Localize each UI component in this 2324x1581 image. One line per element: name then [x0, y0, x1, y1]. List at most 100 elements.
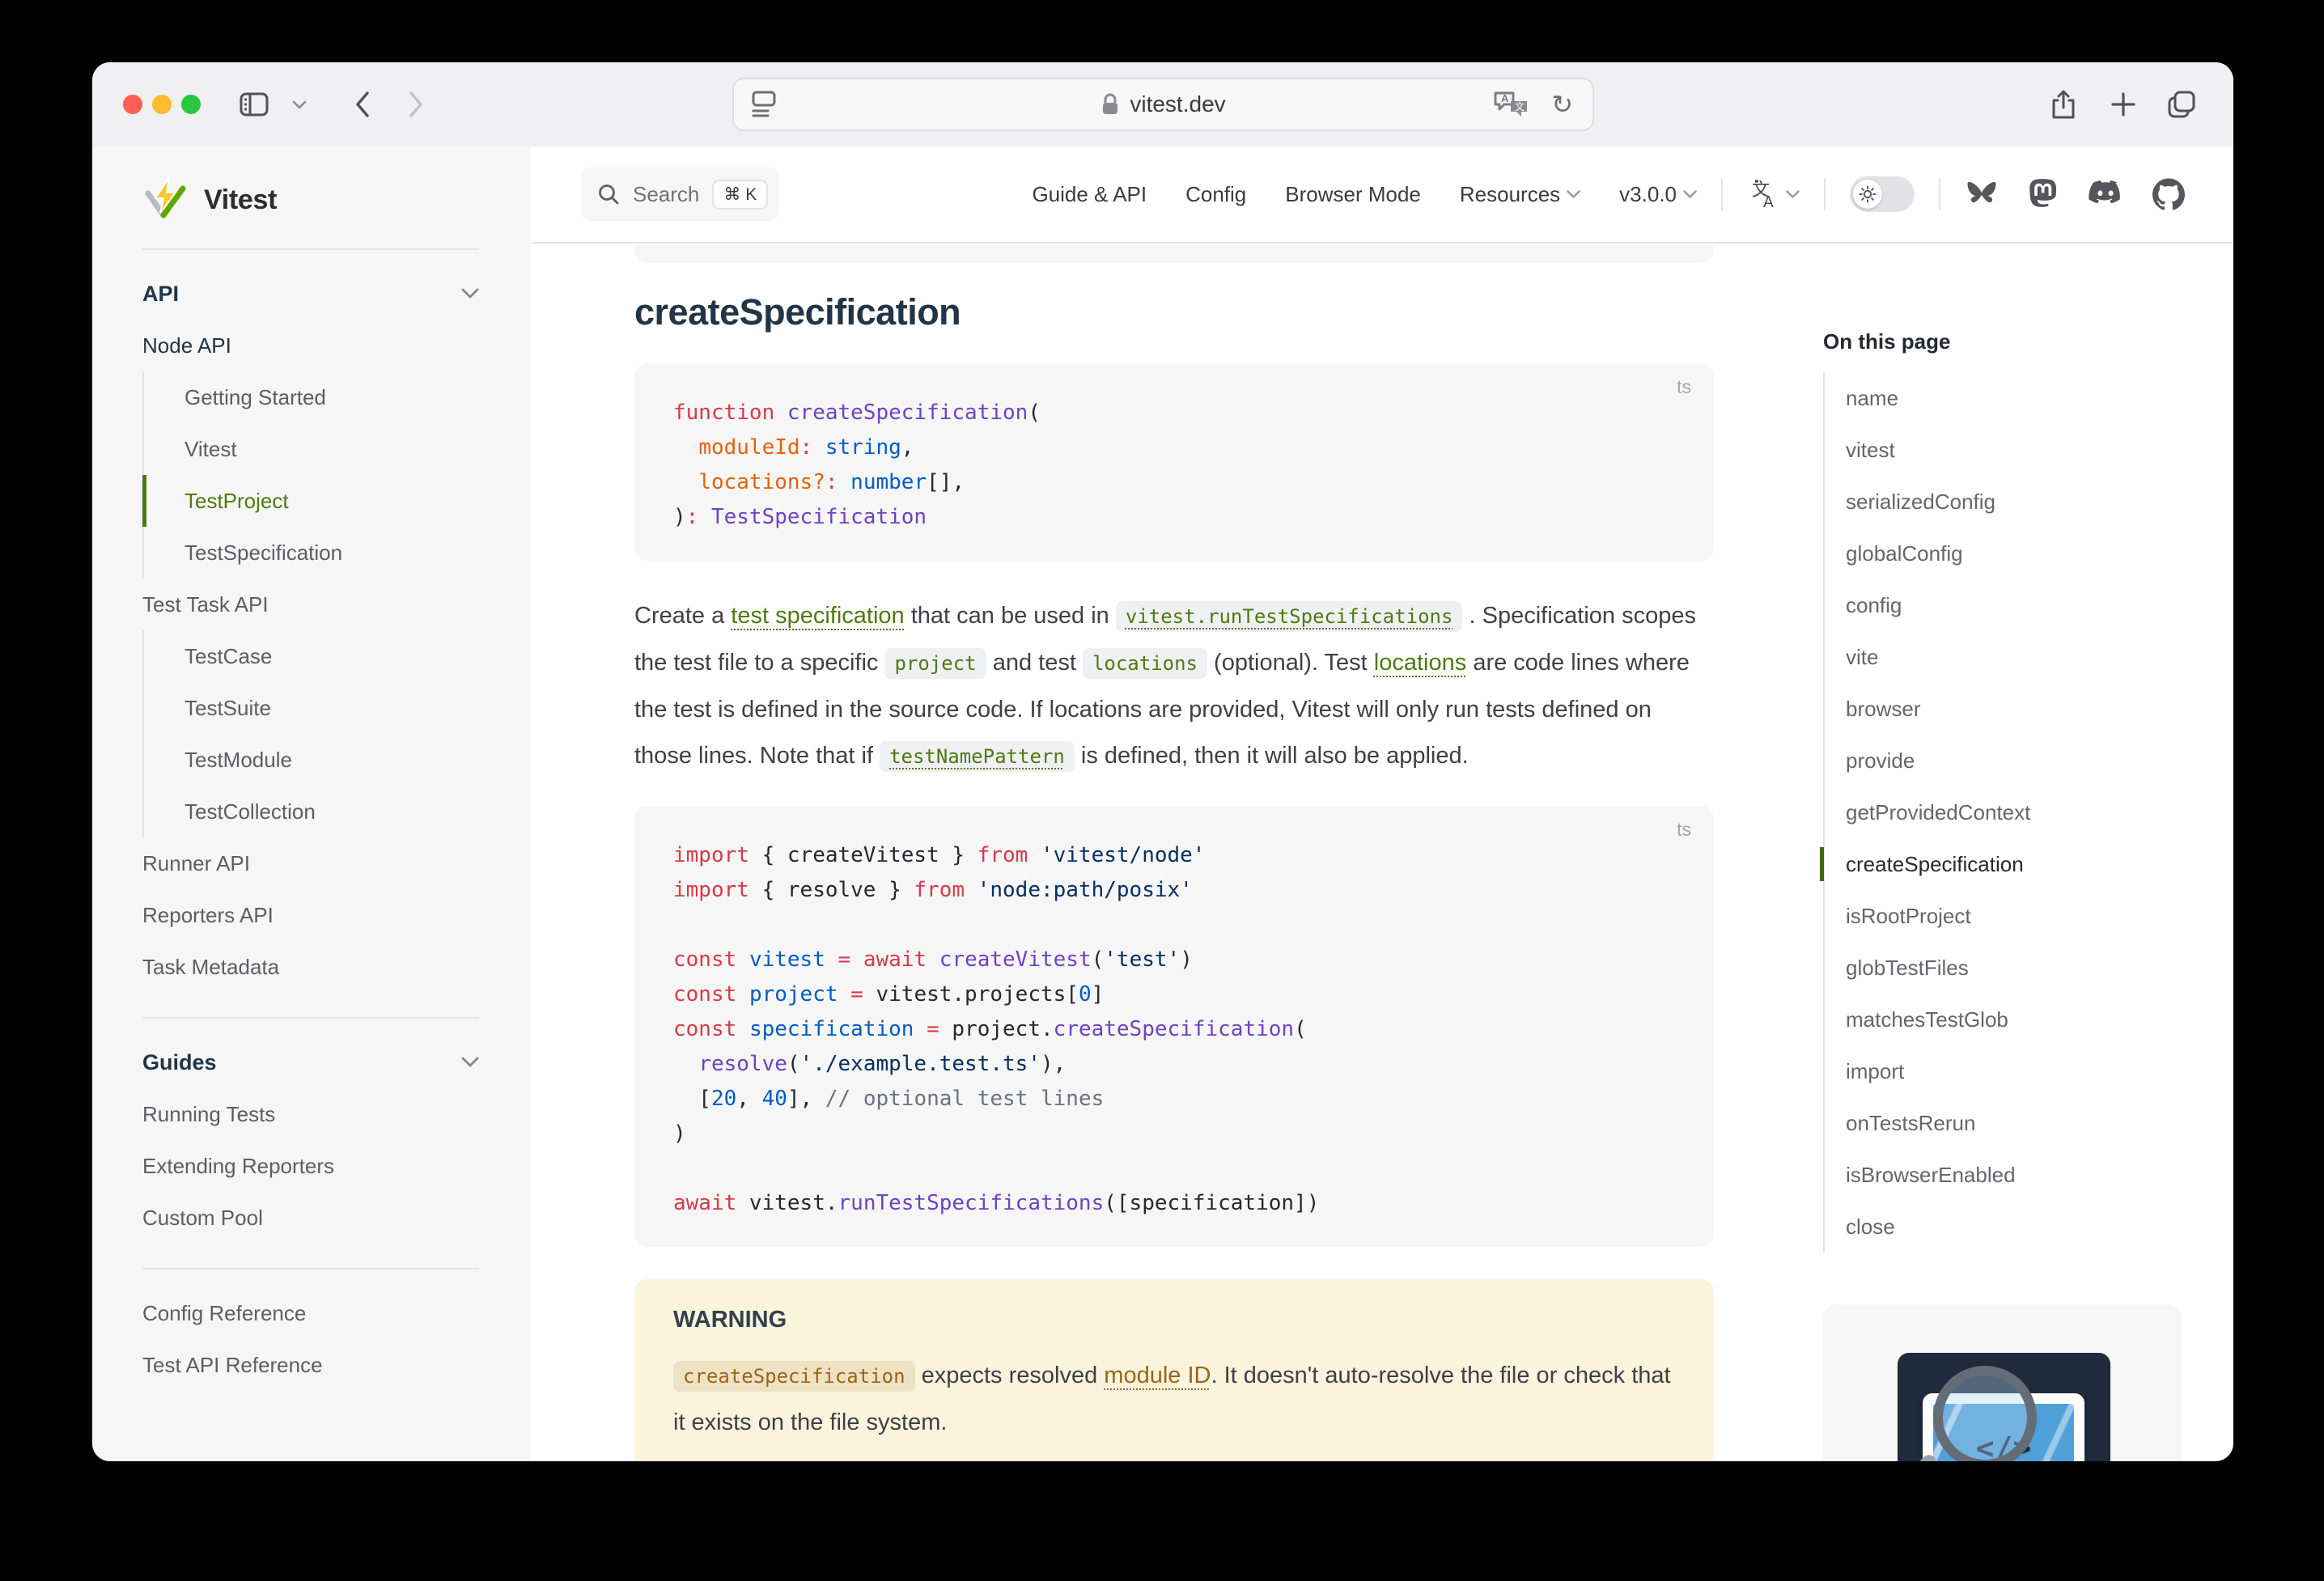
toc-item[interactable]: close: [1846, 1201, 2233, 1253]
nav-menu-item[interactable]: v3.0.0: [1619, 182, 1697, 207]
sidebar-chevron-icon[interactable]: [283, 62, 316, 146]
sidebar-section-api[interactable]: API: [142, 268, 479, 320]
toc-item[interactable]: browser: [1846, 683, 2233, 735]
on-this-page: On this page namevitestserializedConfigg…: [1823, 329, 2233, 1253]
sidebar-item[interactable]: Config Reference: [142, 1287, 479, 1339]
inline-code: createSpecification: [673, 1361, 915, 1392]
toc-item[interactable]: provide: [1846, 735, 2233, 786]
toc-item-label: onTestsRerun: [1846, 1111, 1975, 1136]
nav-link-label: Resources: [1460, 182, 1560, 207]
sidebar-item[interactable]: TestProject: [142, 475, 479, 527]
toc-item[interactable]: getProvidedContext: [1846, 786, 2233, 838]
divider: [142, 1268, 479, 1269]
sidebar-section-guides[interactable]: Guides: [142, 1036, 479, 1088]
sidebar-item-label: Reporters API: [142, 903, 274, 928]
nav-menu-item[interactable]: Config: [1185, 182, 1246, 207]
sidebar-item[interactable]: TestSuite: [142, 682, 479, 734]
text: that can be used in: [905, 603, 1116, 629]
sidebar-item[interactable]: TestCollection: [142, 786, 479, 837]
nav-menu-item[interactable]: Resources: [1460, 182, 1580, 207]
inline-code: locations: [1083, 648, 1207, 679]
text: expects resolved: [915, 1363, 1105, 1388]
translate-icon[interactable]: A文: [1493, 90, 1530, 119]
toc-item-label: globTestFiles: [1846, 956, 1969, 981]
sidebar-item[interactable]: Test API Reference: [142, 1339, 479, 1391]
inline-link[interactable]: module ID: [1104, 1363, 1211, 1388]
sidebar-item[interactable]: Vitest: [142, 423, 479, 475]
toc-item-label: getProvidedContext: [1846, 800, 2030, 825]
toc-item[interactable]: serializedConfig: [1846, 476, 2233, 528]
sidebar-item[interactable]: TestModule: [142, 734, 479, 786]
warning-callout: WARNING createSpecification expects reso…: [634, 1279, 1714, 1461]
code-lines: import { createVitest } from 'vitest/nod…: [673, 838, 1675, 1221]
share-icon[interactable]: [2041, 62, 2086, 146]
sidebar-item[interactable]: Node API: [142, 320, 479, 371]
sidebar-item-label: TestCollection: [184, 799, 316, 824]
sidebar-item[interactable]: Reporters API: [142, 889, 479, 941]
zoom-window-button[interactable]: [181, 95, 201, 114]
reload-icon[interactable]: ↻: [1551, 91, 1573, 117]
code-block-signature[interactable]: ts function createSpecification( moduleI…: [634, 363, 1714, 561]
code-line: import { createVitest } from 'vitest/nod…: [673, 838, 1675, 873]
toc-item[interactable]: isBrowserEnabled: [1846, 1149, 2233, 1201]
sidebar-item-label: TestModule: [184, 748, 292, 773]
sidebar-item[interactable]: TestSpecification: [142, 527, 479, 579]
inline-code-link[interactable]: vitest.runTestSpecifications: [1116, 601, 1463, 632]
minimize-window-button[interactable]: [152, 95, 172, 114]
sidebar-item[interactable]: Extending Reporters: [142, 1140, 479, 1192]
toc-item[interactable]: config: [1846, 579, 2233, 631]
toc-item[interactable]: globTestFiles: [1846, 942, 2233, 994]
nav-menu-item[interactable]: Browser Mode: [1285, 182, 1421, 207]
language-switcher[interactable]: 文A: [1747, 178, 1800, 210]
sidebar-toggle-icon[interactable]: [231, 62, 277, 146]
toc-item[interactable]: vite: [1846, 631, 2233, 683]
code-block-example[interactable]: ts import { createVitest } from 'vitest/…: [634, 806, 1714, 1247]
github-icon[interactable]: [2152, 178, 2185, 210]
new-tab-icon[interactable]: [2101, 62, 2146, 146]
sidebar-item[interactable]: Getting Started: [142, 371, 479, 423]
lock-icon: [1101, 92, 1120, 117]
carbon-ad[interactable]: </>: [1823, 1304, 2182, 1461]
toc-item-label: serializedConfig: [1846, 490, 1995, 515]
nav-link-label: Config: [1185, 182, 1246, 207]
sidebar-item[interactable]: Running Tests: [142, 1088, 479, 1140]
text: (optional). Test: [1207, 650, 1374, 676]
search-button[interactable]: Search ⌘ K: [581, 167, 779, 221]
section-label: Guides: [142, 1050, 217, 1075]
sidebar-item[interactable]: Runner API: [142, 837, 479, 889]
toc-item[interactable]: isRootProject: [1846, 890, 2233, 942]
toc-item[interactable]: matchesTestGlob: [1846, 994, 2233, 1045]
toc-item[interactable]: onTestsRerun: [1846, 1097, 2233, 1149]
sidebar-item[interactable]: Custom Pool: [142, 1192, 479, 1244]
inline-code-link[interactable]: testNamePattern: [880, 741, 1075, 772]
inline-link[interactable]: test specification: [731, 603, 904, 629]
toc-item[interactable]: vitest: [1846, 424, 2233, 476]
inline-link[interactable]: locations: [1374, 650, 1466, 676]
sidebar-item-label: TestProject: [184, 489, 289, 514]
toc-item[interactable]: createSpecification: [1846, 838, 2233, 890]
close-window-button[interactable]: [123, 95, 142, 114]
sidebar-item-label: Custom Pool: [142, 1206, 263, 1231]
toc-item[interactable]: import: [1846, 1045, 2233, 1097]
brand[interactable]: Vitest: [142, 176, 479, 224]
back-button[interactable]: [343, 62, 382, 146]
sidebar-item-label: Test API Reference: [142, 1353, 323, 1378]
tab-overview-icon[interactable]: [2159, 62, 2204, 146]
toc-item[interactable]: name: [1846, 372, 2233, 424]
theme-toggle[interactable]: [1850, 176, 1915, 212]
forward-button[interactable]: [397, 62, 435, 146]
nav-menu-item[interactable]: Guide & API: [1032, 182, 1147, 207]
toc-item[interactable]: globalConfig: [1846, 528, 2233, 579]
bluesky-icon[interactable]: [1965, 179, 1999, 210]
sidebar-item[interactable]: Test Task API: [142, 579, 479, 630]
sidebar-item-label: Task Metadata: [142, 955, 279, 980]
discord-icon[interactable]: [2088, 180, 2123, 209]
sidebar-item[interactable]: Task Metadata: [142, 941, 479, 993]
text: and test: [986, 650, 1083, 676]
address-bar[interactable]: vitest.dev A文 ↻: [732, 78, 1594, 131]
sidebar-group-references: Config Reference Test API Reference: [142, 1287, 479, 1391]
toc-item-label: vite: [1846, 645, 1878, 670]
url-text: vitest.dev: [1130, 91, 1225, 117]
mastodon-icon[interactable]: [2028, 178, 2059, 210]
sidebar-item[interactable]: TestCase: [142, 630, 479, 682]
